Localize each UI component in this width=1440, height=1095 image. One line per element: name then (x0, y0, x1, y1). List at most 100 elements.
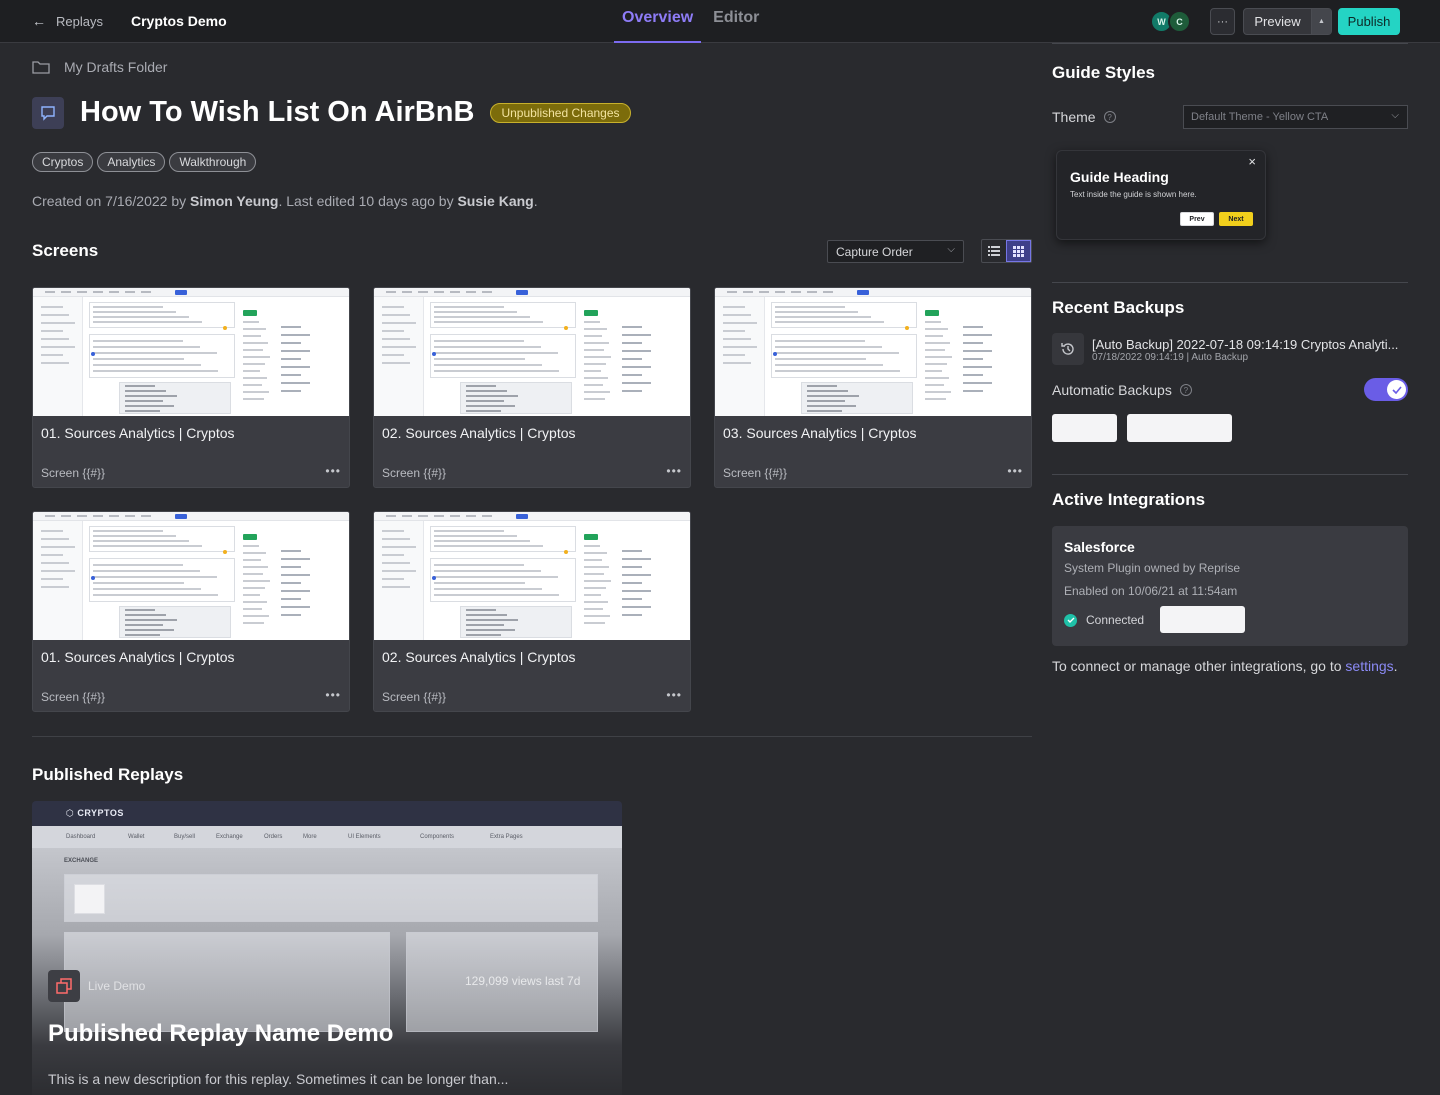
thumb-dot (432, 576, 436, 580)
created-middle: . Last edited 10 days ago by (278, 193, 458, 209)
thumb-nav-line (743, 291, 753, 293)
guide-next-button[interactable]: Next (1219, 212, 1253, 226)
screen-meta: Screen {{#}} (41, 690, 106, 704)
thumb-field-label (584, 566, 609, 568)
thumb-dot (91, 576, 95, 580)
help-icon[interactable]: ? (1103, 111, 1116, 123)
thumb-side-line (41, 546, 75, 548)
screen-card[interactable]: 01. Sources Analytics | Cryptos Screen {… (32, 287, 350, 488)
section-divider (32, 736, 1032, 737)
thumb-nav-line (61, 515, 71, 517)
help-icon[interactable]: ? (1179, 384, 1192, 396)
replay-thumb-nav-item: Components (420, 834, 455, 840)
thumb-nav-line (45, 291, 55, 293)
replay-thumb-nav-item: Orders (264, 834, 283, 840)
integration-action-button[interactable] (1160, 606, 1245, 633)
tab-editor[interactable]: Editor (705, 0, 767, 43)
tag[interactable]: Analytics (97, 152, 166, 172)
guide-prev-button[interactable]: Prev (1180, 212, 1214, 226)
thumb-nav-line (125, 291, 135, 293)
screen-card[interactable]: 01. Sources Analytics | Cryptos Screen {… (32, 511, 350, 712)
more-horizontal-icon[interactable]: ••• (325, 464, 341, 478)
thumb-field-value (622, 374, 642, 376)
thumb-nav-line (775, 291, 785, 293)
thumb-field-value (963, 358, 983, 360)
thumb-field-value (281, 326, 301, 328)
integration-status: Connected (1064, 613, 1144, 627)
thumb-field-value (281, 358, 301, 360)
thumb-green-button (243, 310, 257, 316)
tag[interactable]: Cryptos (32, 152, 94, 172)
more-horizontal-icon[interactable]: ••• (666, 464, 682, 478)
backup-item[interactable]: [Auto Backup] 2022-07-18 09:14:19 Crypto… (1052, 333, 1408, 367)
thumb-text-line (434, 594, 559, 596)
backup-action-button[interactable] (1052, 414, 1117, 442)
thumb-field-value (622, 566, 642, 568)
replay-name: Published Replay Name Demo (48, 1020, 394, 1047)
thumb-text-line (775, 358, 866, 360)
back-to-replays[interactable]: ← Replays (32, 13, 103, 29)
thumb-nav-line (482, 291, 492, 293)
screen-card[interactable]: 03. Sources Analytics | Cryptos Screen {… (714, 287, 1032, 488)
thumb-field-label (243, 342, 268, 344)
thumb-text-line (775, 346, 882, 348)
backup-action-button[interactable] (1127, 414, 1232, 442)
thumb-field-value (622, 342, 642, 344)
thumb-code-line (807, 395, 859, 397)
breadcrumb-folder[interactable]: My Drafts Folder (32, 59, 167, 75)
screen-meta: Screen {{#}} (382, 466, 447, 480)
thumb-field-value (622, 558, 651, 560)
thumb-text-line (434, 340, 524, 342)
page-title[interactable]: How To Wish List On AirBnB (80, 96, 474, 129)
caret-up-icon[interactable]: ▲ (1312, 9, 1331, 34)
thumb-text-line (93, 321, 202, 323)
screen-name: 03. Sources Analytics | Cryptos (723, 425, 917, 441)
thumb-nav-line (141, 515, 151, 517)
close-icon[interactable]: × (1248, 154, 1256, 169)
more-horizontal-icon[interactable]: ••• (666, 688, 682, 702)
thumb-field-value (622, 382, 651, 384)
screen-card[interactable]: 02. Sources Analytics | Cryptos Screen {… (373, 511, 691, 712)
sort-select[interactable]: Capture Order ⌵ (827, 240, 964, 263)
created-info: Created on 7/16/2022 by Simon Yeung. Las… (32, 193, 538, 209)
thumb-code-line (466, 410, 501, 412)
grid-view-button[interactable] (1005, 240, 1031, 262)
more-horizontal-icon[interactable]: ••• (325, 688, 341, 702)
tag[interactable]: Walkthrough (169, 152, 257, 172)
published-replay-card[interactable]: ⬡ CRYPTOS Dashboard Wallet Buy/sell Exch… (32, 801, 622, 1095)
thumb-code-line (807, 385, 837, 387)
thumb-nav-line (77, 515, 87, 517)
avatar[interactable]: C (1168, 10, 1191, 33)
tab-overview[interactable]: Overview (614, 0, 702, 43)
thumb-green-button (243, 534, 257, 540)
thumb-text-line (434, 588, 542, 590)
thumb-code-line (125, 624, 163, 626)
thumb-field-label (243, 545, 259, 547)
screen-card[interactable]: 02. Sources Analytics | Cryptos Screen {… (373, 287, 691, 488)
preview-button-group: Preview ▲ (1243, 8, 1332, 35)
collaborator-avatars: W C (1150, 10, 1191, 33)
thumb-field-label (243, 566, 268, 568)
view-toggle (981, 239, 1032, 263)
replay-thumb-nav-item: More (303, 834, 317, 840)
sidebar-divider (1052, 282, 1408, 283)
more-options-button[interactable]: ··· (1210, 8, 1235, 35)
list-view-button[interactable] (982, 240, 1006, 262)
thumb-nav-line (759, 291, 769, 293)
thumb-field-label (243, 594, 260, 596)
publish-button[interactable]: Publish (1338, 8, 1400, 35)
thumb-code-line (807, 390, 848, 392)
thumb-field-value (622, 574, 651, 576)
guide-styles-heading: Guide Styles (1052, 63, 1155, 82)
automatic-backups-toggle[interactable] (1364, 378, 1408, 401)
thumb-nav-line (823, 291, 833, 293)
thumb-field-label (584, 545, 600, 547)
thumb-text-line (434, 306, 504, 308)
thumb-text-line (93, 545, 202, 547)
replay-thumb-logo-text: CRYPTOS (77, 808, 124, 818)
theme-select[interactable]: Default Theme - Yellow CTA ⌵ (1183, 105, 1408, 129)
more-horizontal-icon[interactable]: ••• (1007, 464, 1023, 478)
settings-link[interactable]: settings (1345, 658, 1393, 674)
thumb-code-line (125, 405, 174, 407)
preview-button[interactable]: Preview (1244, 9, 1312, 34)
